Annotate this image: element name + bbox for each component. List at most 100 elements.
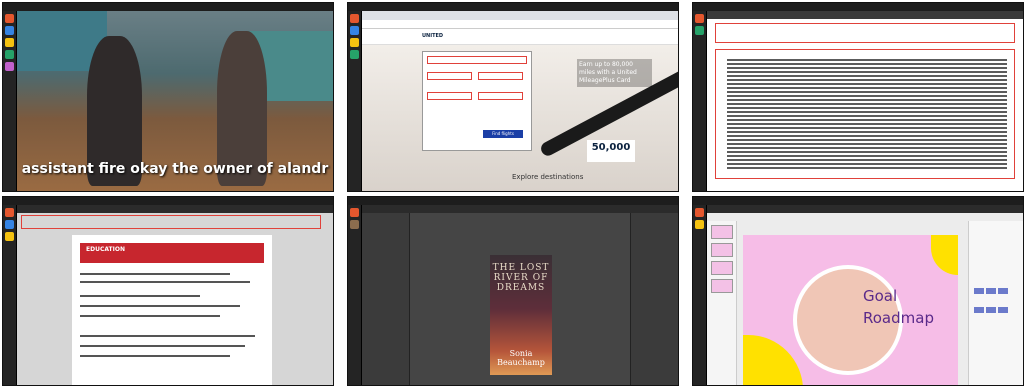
writer-window: EDUCATION [17, 205, 333, 385]
document-area: EDUCATION [17, 213, 333, 385]
app-dock [3, 205, 17, 385]
hero-area: Find flights Earn up to 80,000 miles wit… [362, 45, 678, 191]
system-topbar [348, 197, 678, 205]
toolbar-region[interactable] [21, 215, 321, 229]
trip-type-tabs[interactable] [427, 56, 527, 64]
explore-heading: Explore destinations [512, 173, 584, 181]
app-dock [3, 11, 17, 191]
browser-icon[interactable] [695, 208, 704, 217]
layout-option[interactable] [986, 307, 996, 313]
files-icon[interactable] [350, 26, 359, 35]
find-flights-button[interactable]: Find flights [483, 130, 523, 138]
text-line [80, 315, 220, 317]
layers-panel[interactable] [630, 213, 678, 385]
browser-icon[interactable] [695, 14, 704, 23]
editor-icon[interactable] [695, 220, 704, 229]
text-line [80, 335, 255, 337]
from-field[interactable] [427, 72, 472, 80]
text-line [80, 345, 245, 347]
editor-icon[interactable] [5, 38, 14, 47]
files-icon[interactable] [5, 26, 14, 35]
tab-strip[interactable] [362, 11, 678, 20]
yellow-shape [931, 235, 958, 275]
slide-thumbnail[interactable] [710, 279, 733, 293]
sheet-icon[interactable] [695, 26, 704, 35]
writer-tile: EDUCATION [2, 196, 334, 386]
browser-icon[interactable] [350, 208, 359, 217]
video-window: assistant fire okay the owner of alandr [17, 11, 333, 191]
files-icon[interactable] [5, 220, 14, 229]
spreadsheet-window [707, 11, 1023, 191]
video-player-tile: assistant fire okay the owner of alandr [2, 2, 334, 192]
to-field[interactable] [478, 72, 523, 80]
book-cover-image[interactable]: THE LOST RIVER OF DREAMS Sonia Beauchamp [490, 255, 552, 375]
layout-option[interactable] [998, 307, 1008, 313]
system-topbar [3, 197, 333, 205]
layout-grid [969, 221, 1023, 319]
document-header: EDUCATION [80, 243, 264, 263]
text-line [80, 355, 230, 357]
sheet-grid[interactable] [707, 19, 1023, 191]
gimp-icon[interactable] [350, 220, 359, 229]
system-topbar [693, 197, 1023, 205]
slide-title-line2: Roadmap [863, 309, 934, 327]
toolbox-panel[interactable] [362, 213, 410, 385]
system-topbar [693, 3, 1023, 11]
browser-window: UNITED Find flights Earn up to 80,000 mi… [362, 11, 678, 191]
media-icon[interactable] [5, 62, 14, 71]
united-logo[interactable]: UNITED [422, 33, 443, 39]
browser-tile: UNITED Find flights Earn up to 80,000 mi… [347, 2, 679, 192]
sheet-icon[interactable] [5, 50, 14, 59]
spreadsheet-tile [692, 2, 1024, 192]
card-offer-text: Earn up to 80,000 miles with a United Mi… [577, 59, 652, 87]
window-titlebar [707, 11, 1023, 19]
browser-icon[interactable] [5, 14, 14, 23]
slide-thumbnail[interactable] [710, 225, 733, 239]
layout-option[interactable] [974, 307, 984, 313]
layout-option[interactable] [998, 288, 1008, 294]
slide-thumbnail[interactable] [710, 261, 733, 275]
yellow-shape [743, 335, 803, 385]
text-line [80, 273, 230, 275]
canvas-area: THE LOST RIVER OF DREAMS Sonia Beauchamp [362, 213, 678, 385]
miles-value: 50,000 [587, 140, 635, 162]
editor-icon[interactable] [350, 38, 359, 47]
layout-option[interactable] [986, 288, 996, 294]
address-bar[interactable] [362, 20, 678, 29]
editor-icon[interactable] [5, 232, 14, 241]
document-page[interactable]: EDUCATION [72, 235, 272, 385]
current-slide[interactable]: Goal Roadmap [743, 235, 958, 385]
cell-data [727, 59, 1007, 169]
slides-panel[interactable] [707, 221, 737, 385]
browser-icon[interactable] [5, 208, 14, 217]
text-line [80, 295, 200, 297]
app-dock [693, 11, 707, 191]
gimp-tile: THE LOST RIVER OF DREAMS Sonia Beauchamp [347, 196, 679, 386]
browser-icon[interactable] [350, 14, 359, 23]
slide-title[interactable]: Goal Roadmap [863, 285, 934, 329]
video-subtitle: assistant fire okay the owner of alandr [21, 161, 329, 177]
toolbar-region[interactable] [715, 23, 1015, 43]
cover-author: Sonia Beauchamp [497, 349, 545, 367]
site-nav: UNITED [362, 29, 678, 45]
slide-thumbnail[interactable] [710, 243, 733, 257]
slide-editor: Goal Roadmap [707, 213, 1023, 385]
impress-window: Goal Roadmap [707, 205, 1023, 385]
education-logo: EDUCATION [86, 246, 125, 253]
text-line [80, 305, 240, 307]
app-dock [348, 205, 362, 385]
dates-field[interactable] [427, 92, 472, 100]
slide-title-line1: Goal [863, 287, 898, 305]
layout-option[interactable] [974, 288, 984, 294]
text-line [80, 281, 250, 283]
sheet-icon[interactable] [350, 50, 359, 59]
travelers-field[interactable] [478, 92, 523, 100]
app-dock [693, 205, 707, 385]
system-topbar [3, 3, 333, 11]
booking-form: Find flights [422, 51, 532, 151]
impress-tile: Goal Roadmap [692, 196, 1024, 386]
properties-panel[interactable] [968, 221, 1023, 385]
cover-title: THE LOST RIVER OF DREAMS [492, 263, 550, 293]
app-dock [348, 11, 362, 191]
gimp-window: THE LOST RIVER OF DREAMS Sonia Beauchamp [362, 205, 678, 385]
